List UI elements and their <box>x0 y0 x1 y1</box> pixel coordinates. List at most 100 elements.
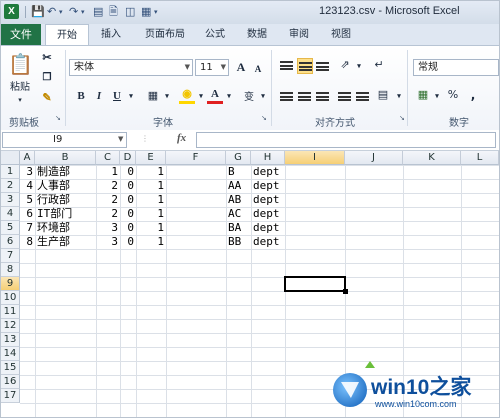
font-launcher-icon[interactable]: ↘ <box>261 114 267 122</box>
tab-formulas[interactable]: 公式 <box>199 24 231 45</box>
cell-e2[interactable]: 1 <box>136 179 166 193</box>
cell-b5[interactable]: 环境部 <box>37 221 96 235</box>
align-bottom-icon[interactable] <box>315 58 331 74</box>
row-header-10[interactable]: 10 <box>1 291 20 305</box>
cell-d3[interactable]: 0 <box>120 193 136 207</box>
column-header-j[interactable]: J <box>345 151 403 165</box>
shrink-font-icon[interactable]: A <box>250 61 266 77</box>
formula-input[interactable] <box>196 132 496 148</box>
column-header-f[interactable]: F <box>166 151 226 165</box>
tab-insert[interactable]: 插入 <box>93 24 129 45</box>
row-header-5[interactable]: 5 <box>1 221 20 235</box>
insert-function-icon[interactable]: fx <box>177 132 186 144</box>
column-header-b[interactable]: B <box>35 151 96 165</box>
phonetic-dropdown-icon[interactable]: ▾ <box>255 88 271 104</box>
wrap-text-icon[interactable]: ↵ <box>371 58 387 74</box>
font-color-dropdown-icon[interactable]: ▾ <box>221 88 237 104</box>
borders-dropdown-icon[interactable]: ▾ <box>159 88 175 104</box>
cell-e5[interactable]: 1 <box>136 221 166 235</box>
cell-b4[interactable]: IT部门 <box>37 207 96 221</box>
cell-h3[interactable]: dept <box>253 193 285 207</box>
row-header-11[interactable]: 11 <box>1 305 20 319</box>
row-header-2[interactable]: 2 <box>1 179 20 193</box>
cell-a3[interactable]: 5 <box>20 193 35 207</box>
print-preview-icon[interactable]: ◫ <box>125 4 135 20</box>
column-header-d[interactable]: D <box>120 151 136 165</box>
row-header-16[interactable]: 16 <box>1 375 20 389</box>
cell-g3[interactable]: AB <box>228 193 251 207</box>
new-document-icon[interactable]: 🗎 <box>109 4 118 20</box>
cell-h4[interactable]: dept <box>253 207 285 221</box>
cell-b1[interactable]: 制造部 <box>37 165 96 179</box>
form-icon[interactable]: ▤ <box>93 4 103 20</box>
excel-logo-icon[interactable]: X <box>4 4 19 19</box>
column-header-i[interactable]: I <box>285 151 345 165</box>
column-header-a[interactable]: A <box>20 151 35 165</box>
copy-icon[interactable]: ❐ <box>39 70 55 86</box>
row-header-3[interactable]: 3 <box>1 193 20 207</box>
format-painter-icon[interactable]: ✎ <box>39 90 55 106</box>
tab-data[interactable]: 数据 <box>241 24 273 45</box>
save-icon[interactable]: 💾 <box>31 4 45 20</box>
cell-h5[interactable]: dept <box>253 221 285 235</box>
tab-review[interactable]: 审阅 <box>283 24 315 45</box>
cell-b6[interactable]: 生产部 <box>37 235 96 249</box>
align-top-icon[interactable] <box>279 58 295 74</box>
alignment-launcher-icon[interactable]: ↘ <box>399 114 405 122</box>
column-header-g[interactable]: G <box>226 151 251 165</box>
column-header-l[interactable]: L <box>461 151 499 165</box>
paste-icon[interactable]: 📋 <box>7 50 33 78</box>
font-size-select[interactable]: 11 ▼ <box>195 59 229 76</box>
tab-file[interactable]: 文件 <box>1 24 41 45</box>
italic-button[interactable]: I <box>91 88 107 104</box>
currency-dropdown-icon[interactable]: ▾ <box>429 88 445 104</box>
row-header-14[interactable]: 14 <box>1 347 20 361</box>
align-left-icon[interactable] <box>279 88 295 104</box>
number-format-select[interactable]: 常规 <box>413 59 499 76</box>
cell-h6[interactable]: dept <box>253 235 285 249</box>
cell-d2[interactable]: 0 <box>120 179 136 193</box>
tab-home[interactable]: 开始 <box>45 24 89 46</box>
undo-icon[interactable]: ↶ <box>47 4 56 20</box>
tab-page-layout[interactable]: 页面布局 <box>137 24 193 45</box>
cell-b2[interactable]: 人事部 <box>37 179 96 193</box>
bold-button[interactable]: B <box>73 88 89 104</box>
column-header-e[interactable]: E <box>136 151 166 165</box>
cell-a6[interactable]: 8 <box>20 235 35 249</box>
cell-c3[interactable]: 2 <box>96 193 120 207</box>
align-middle-icon[interactable] <box>297 58 313 74</box>
borders-icon[interactable]: ▦ <box>141 4 151 20</box>
row-header-13[interactable]: 13 <box>1 333 20 347</box>
tab-view[interactable]: 视图 <box>325 24 357 45</box>
cell-a4[interactable]: 6 <box>20 207 35 221</box>
active-cell-i9[interactable] <box>284 276 348 294</box>
redo-icon[interactable]: ↷ <box>69 4 78 20</box>
cell-d1[interactable]: 0 <box>120 165 136 179</box>
row-header-1[interactable]: 1 <box>1 165 20 179</box>
row-header-12[interactable]: 12 <box>1 319 20 333</box>
cell-c5[interactable]: 3 <box>96 221 120 235</box>
row-header-4[interactable]: 4 <box>1 207 20 221</box>
cell-h1[interactable]: dept <box>253 165 285 179</box>
row-header-7[interactable]: 7 <box>1 249 20 263</box>
cell-d4[interactable]: 0 <box>120 207 136 221</box>
cell-g5[interactable]: BA <box>228 221 251 235</box>
cell-d6[interactable]: 0 <box>120 235 136 249</box>
clipboard-launcher-icon[interactable]: ↘ <box>55 114 61 122</box>
cell-c4[interactable]: 2 <box>96 207 120 221</box>
undo-dropdown-icon[interactable]: ▾ <box>59 4 63 20</box>
column-header-c[interactable]: C <box>96 151 120 165</box>
cell-h2[interactable]: dept <box>253 179 285 193</box>
cell-c1[interactable]: 1 <box>96 165 120 179</box>
cell-a2[interactable]: 4 <box>20 179 35 193</box>
font-name-select[interactable]: 宋体 ▼ <box>69 59 193 76</box>
select-all-corner[interactable] <box>1 151 20 165</box>
align-center-icon[interactable] <box>297 88 313 104</box>
merge-center-icon[interactable]: ▤ <box>375 88 391 104</box>
cell-e3[interactable]: 1 <box>136 193 166 207</box>
cell-c2[interactable]: 2 <box>96 179 120 193</box>
orientation-dropdown-icon[interactable]: ▾ <box>351 58 367 74</box>
redo-dropdown-icon[interactable]: ▾ <box>81 4 85 20</box>
percent-button[interactable]: % <box>445 88 461 104</box>
cell-e4[interactable]: 1 <box>136 207 166 221</box>
